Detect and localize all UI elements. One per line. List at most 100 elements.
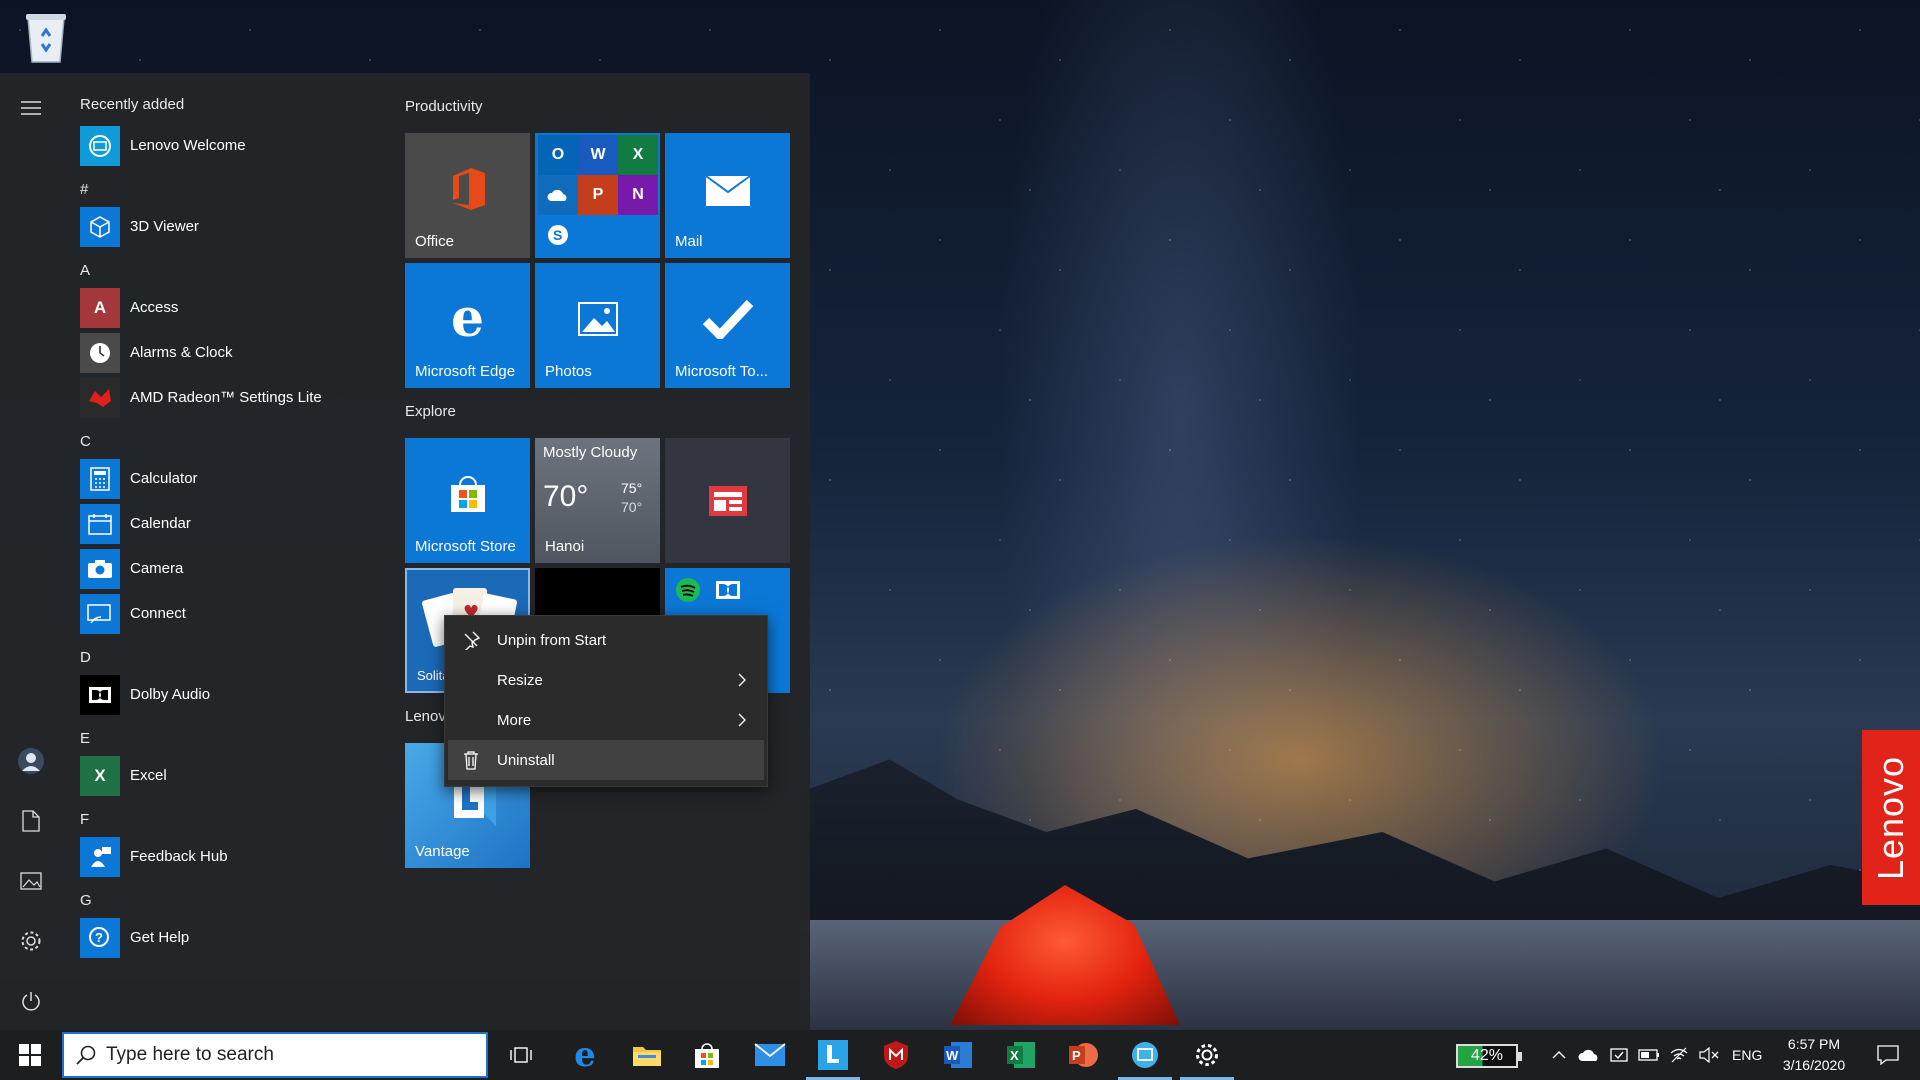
lenovo-vantage-icon[interactable]	[806, 1030, 860, 1080]
app-list-item[interactable]: 3D Viewer	[66, 204, 386, 249]
settings-icon[interactable]	[1180, 1030, 1234, 1080]
app-list-item[interactable]: X Excel	[66, 753, 386, 798]
word-icon[interactable]: W	[931, 1030, 985, 1080]
tile-label: Microsoft Store	[415, 538, 516, 555]
tile-office[interactable]: Office	[405, 133, 530, 258]
chevron-up-icon[interactable]	[1546, 1030, 1572, 1080]
store-icon[interactable]	[680, 1030, 734, 1080]
action-center-icon[interactable]	[1868, 1030, 1908, 1080]
mail-icon[interactable]	[743, 1030, 797, 1080]
tile-news[interactable]	[665, 438, 790, 563]
letter-header[interactable]: F	[66, 798, 386, 834]
edge-icon[interactable]: e	[558, 1030, 612, 1080]
app-list-item[interactable]: Alarms & Clock	[66, 330, 386, 375]
menu-item-resize[interactable]: Resize	[445, 660, 767, 700]
hamburger-menu-icon[interactable]	[10, 87, 52, 129]
outlook-icon: O	[538, 135, 578, 175]
user-avatar-icon[interactable]	[10, 740, 52, 782]
mcafee-icon[interactable]	[869, 1030, 923, 1080]
app-list-item[interactable]: Calculator	[66, 456, 386, 501]
lenovo-brand-badge: Lenovo	[1862, 730, 1920, 905]
taskbar-clock[interactable]: 6:57 PM 3/16/2020	[1764, 1034, 1864, 1076]
taskbar: e W X P 42%	[0, 1030, 1920, 1080]
task-view-icon[interactable]	[494, 1030, 548, 1080]
letter-header[interactable]: #	[66, 168, 386, 204]
app-list-item[interactable]: Camera	[66, 546, 386, 591]
tile-microsoft-todo[interactable]: Microsoft To...	[665, 263, 790, 388]
letter-header[interactable]: D	[66, 636, 386, 672]
tile-photos[interactable]: Photos	[535, 263, 660, 388]
pictures-icon[interactable]	[10, 860, 52, 902]
input-language[interactable]: ENG	[1732, 1030, 1762, 1080]
lenovo-welcome-icon[interactable]	[1118, 1030, 1172, 1080]
letter-header[interactable]: G	[66, 879, 386, 915]
taskbar-search-box[interactable]	[62, 1032, 488, 1078]
onedrive-icon	[538, 175, 578, 215]
menu-item-more[interactable]: More	[445, 700, 767, 740]
app-label: Calculator	[130, 470, 198, 487]
lenovo-brand-text: Lenovo	[1870, 755, 1912, 880]
connect-icon	[80, 593, 120, 634]
power-icon[interactable]	[10, 980, 52, 1022]
tile-office-apps-folder[interactable]: O W X P N S	[535, 133, 660, 258]
dolby-icon	[708, 570, 748, 610]
search-input[interactable]	[106, 1044, 466, 1066]
app-list-item[interactable]: AMD Radeon™ Settings Lite	[66, 375, 386, 420]
tile-label: Vantage	[415, 843, 470, 860]
app-list-item[interactable]: Feedback Hub	[66, 834, 386, 879]
lenovo-welcome-icon	[80, 125, 120, 166]
documents-icon[interactable]	[10, 800, 52, 842]
excel-icon[interactable]: X	[994, 1030, 1048, 1080]
app-list-item[interactable]: Lenovo Welcome	[66, 123, 386, 168]
recycle-bin-icon[interactable]	[20, 8, 72, 64]
excel-icon: X	[80, 755, 120, 796]
settings-icon[interactable]	[10, 920, 52, 962]
group-title-explore[interactable]: Explore	[405, 403, 456, 420]
camera-icon	[80, 548, 120, 589]
app-label: Camera	[130, 560, 184, 577]
tile-microsoft-store[interactable]: Microsoft Store	[405, 438, 530, 563]
volume-muted-icon[interactable]	[1696, 1030, 1722, 1080]
app-list-item[interactable]: A Access	[66, 285, 386, 330]
clock-time: 6:57 PM	[1787, 1036, 1841, 1052]
letter-header[interactable]: A	[66, 249, 386, 285]
app-label: 3D Viewer	[130, 218, 199, 235]
wifi-icon[interactable]	[1666, 1030, 1692, 1080]
menu-item-uninstall[interactable]: Uninstall	[448, 740, 764, 780]
access-icon: A	[80, 287, 120, 328]
windows-start-icon[interactable]	[0, 1030, 60, 1080]
tile-microsoft-edge[interactable]: e Microsoft Edge	[405, 263, 530, 388]
battery-icon[interactable]	[1636, 1030, 1662, 1080]
powerpoint-icon[interactable]: P	[1056, 1030, 1110, 1080]
app-label: Lenovo Welcome	[130, 137, 246, 154]
weather-high: 75°	[621, 480, 643, 496]
svg-text:X: X	[1010, 1048, 1019, 1063]
group-title-productivity[interactable]: Productivity	[405, 98, 483, 115]
app-label: Dolby Audio	[130, 686, 211, 703]
onedrive-icon[interactable]	[1576, 1030, 1602, 1080]
menu-item-unpin[interactable]: Unpin from Start	[445, 620, 767, 660]
battery-indicator[interactable]: 42%	[1456, 1044, 1522, 1068]
feedback-hub-icon	[80, 836, 120, 877]
weather-city: Hanoi	[545, 538, 585, 555]
group-title-lenovo[interactable]: Lenov	[405, 708, 446, 725]
security-center-icon[interactable]	[1606, 1030, 1632, 1080]
file-explorer-icon[interactable]	[620, 1030, 674, 1080]
app-list-item[interactable]: Calendar	[66, 501, 386, 546]
app-list-item[interactable]: Dolby Audio	[66, 672, 386, 717]
tile-weather[interactable]: Mostly Cloudy 70° 75° 70° Hanoi	[535, 438, 660, 563]
tile-label: Photos	[545, 363, 592, 380]
excel-icon: X	[618, 135, 658, 175]
news-icon	[665, 438, 790, 563]
svg-text:S: S	[553, 227, 562, 243]
clock-icon	[80, 332, 120, 373]
letter-header[interactable]: E	[66, 717, 386, 753]
app-label: Connect	[130, 605, 186, 622]
letter-header[interactable]: C	[66, 420, 386, 456]
powerpoint-icon: P	[578, 175, 618, 215]
app-list-item[interactable]: Connect	[66, 591, 386, 636]
tile-mail[interactable]: Mail	[665, 133, 790, 258]
app-label: Feedback Hub	[130, 848, 228, 865]
app-list-item[interactable]: ? Get Help	[66, 915, 386, 960]
tile-label: Office	[415, 233, 454, 250]
